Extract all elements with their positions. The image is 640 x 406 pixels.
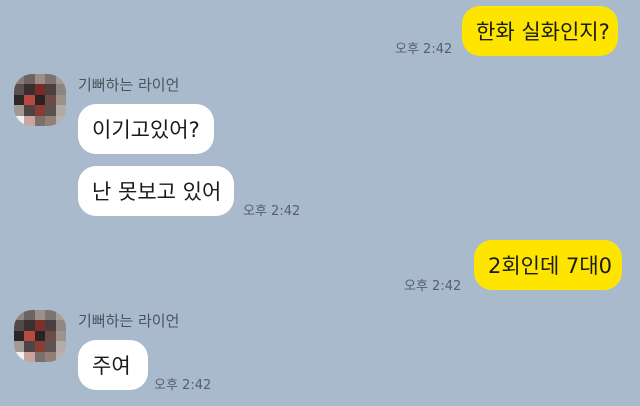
chat-room: 한화 실화인지? 오후 2:42 기뻐하는 라이언 이기고있어? 난 못보고 있… (0, 0, 640, 406)
message-time: 오후 2:42 (154, 378, 212, 393)
message-time: 오후 2:42 (243, 204, 301, 219)
sender-name: 기뻐하는 라이언 (78, 76, 180, 94)
their-message-bubble[interactable]: 주여 (78, 340, 148, 390)
message-time: 오후 2:42 (404, 279, 462, 294)
sender-name: 기뻐하는 라이언 (78, 312, 180, 330)
sender-avatar[interactable] (14, 74, 66, 126)
message-time: 오후 2:42 (395, 42, 453, 57)
their-message-bubble[interactable]: 난 못보고 있어 (78, 166, 234, 216)
my-message-bubble[interactable]: 2회인데 7대0 (474, 240, 622, 290)
their-message-bubble[interactable]: 이기고있어? (78, 104, 214, 154)
sender-avatar[interactable] (14, 310, 66, 362)
my-message-bubble[interactable]: 한화 실화인지? (462, 6, 618, 56)
